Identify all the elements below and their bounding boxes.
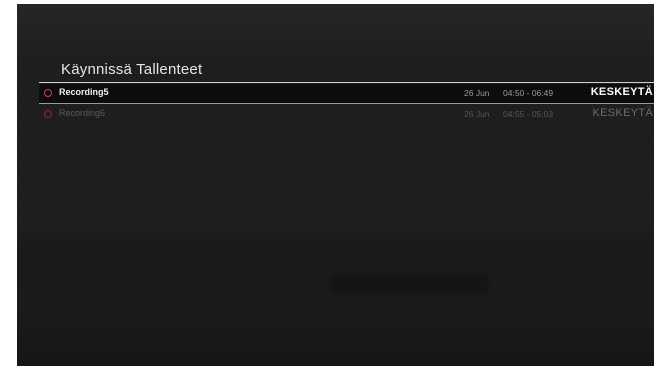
background-object bbox=[329, 274, 489, 294]
stop-recording-button[interactable]: KESKEYTÄ bbox=[593, 107, 653, 119]
background-video bbox=[17, 222, 654, 366]
row-divider bbox=[39, 103, 654, 104]
recording-date: 26 Jun bbox=[464, 88, 490, 98]
recording-date: 26 Jun bbox=[464, 109, 490, 119]
header-divider bbox=[39, 82, 654, 83]
recording-name: Recording6 bbox=[59, 108, 106, 118]
list-item-recording[interactable]: Recording5 26 Jun 04:50 - 06:49 KESKEYTÄ bbox=[39, 84, 654, 103]
page-title: Käynnissä Tallenteet bbox=[61, 61, 203, 78]
record-circle-icon bbox=[44, 89, 52, 97]
stop-recording-button[interactable]: KESKEYTÄ bbox=[591, 86, 653, 98]
list-item-recording[interactable]: Recording6 26 Jun 04:55 - 05:03 KESKEYTÄ bbox=[39, 105, 654, 124]
record-circle-icon bbox=[44, 110, 52, 118]
recording-name: Recording5 bbox=[59, 87, 109, 97]
tv-screen: Käynnissä Tallenteet Recording5 26 Jun 0… bbox=[17, 4, 654, 366]
recording-time: 04:55 - 05:03 bbox=[503, 109, 554, 119]
recording-time: 04:50 - 06:49 bbox=[503, 88, 554, 98]
